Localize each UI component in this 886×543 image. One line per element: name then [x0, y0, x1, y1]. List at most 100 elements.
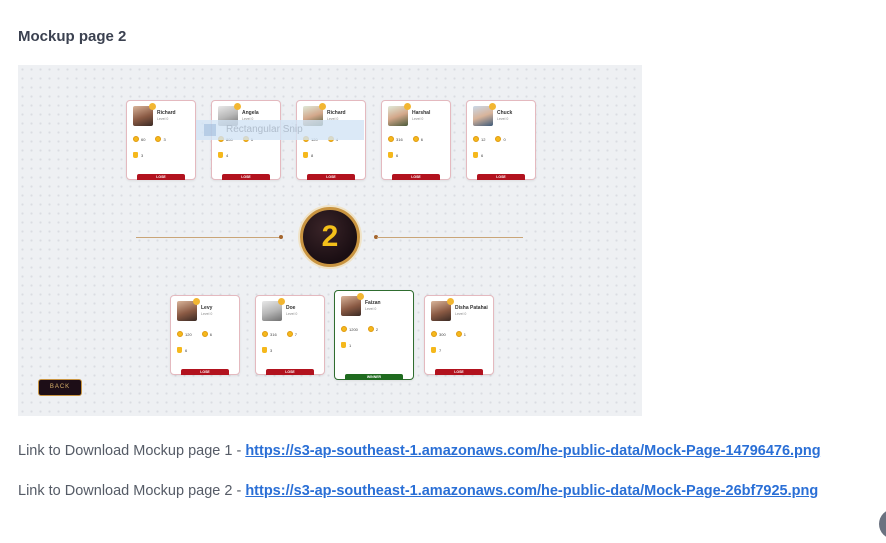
back-button[interactable]: BACK [38, 379, 82, 396]
gem-icon [201, 331, 208, 337]
player-stats: 316 7 [262, 331, 297, 337]
player-card: AngelaLevel 080054LOSE [211, 100, 281, 180]
trophy-icon [303, 152, 308, 158]
player-card: Faizan Level 0 1200 2 1 WINNER [334, 290, 414, 380]
player-level: Level 0 [497, 117, 509, 121]
result-ribbon: LOSE [392, 174, 440, 180]
trophy-count: 6 [396, 152, 399, 158]
download-link[interactable]: https://s3-ap-southeast-1.amazonaws.com/… [245, 443, 820, 459]
player-name: Richard [157, 110, 176, 116]
player-name: Doe [286, 305, 296, 311]
gem-count: 6 [420, 136, 423, 142]
medal-icon [447, 298, 454, 305]
download-link-row-2: Link to Download Mockup page 2 - https:/… [18, 483, 818, 499]
gem-icon [286, 331, 293, 337]
player-level: Level 0 [157, 117, 169, 121]
snip-square-icon [204, 124, 216, 136]
snip-overlay-label: Rectangular Snip [226, 124, 303, 135]
result-ribbon: LOSE [477, 174, 525, 180]
gem-icon [455, 331, 462, 337]
trophy-icon [218, 152, 223, 158]
trophy-row: 4 [218, 152, 228, 158]
player-card: Chuck Level 0 12 0 6 LOSE [466, 100, 536, 180]
player-card: Levy Level 0 120 6 6 LOSE [170, 295, 240, 375]
rank-number: 2 [321, 220, 339, 253]
player-level: Level 0 [365, 307, 377, 311]
gem-icon [155, 136, 162, 142]
player-name: Richard [327, 110, 346, 116]
gem-count: 1 [463, 331, 466, 337]
player-stats: 120 6 [177, 331, 212, 337]
gem-count: 0 [503, 136, 506, 142]
gem-icon [412, 136, 419, 142]
player-level: Level 0 [286, 312, 298, 316]
player-stats: 12 0 [473, 136, 506, 142]
trophy-count: 1 [349, 342, 352, 348]
player-name: Disha Patahai [455, 305, 488, 311]
result-ribbon: LOSE [307, 174, 355, 180]
divider-dot-left [279, 235, 283, 239]
player-stats: 316 6 [388, 136, 423, 142]
result-ribbon: LOSE [435, 369, 483, 375]
player-card: RichardLevel 012048LOSE [296, 100, 366, 180]
coin-icon [473, 136, 479, 142]
result-ribbon: WINNER [345, 374, 403, 380]
coin-count: 316 [396, 136, 403, 142]
player-card: Harshal Level 0 316 6 6 LOSE [381, 100, 451, 180]
medal-icon [278, 298, 285, 305]
player-stats: 1200 2 [341, 326, 378, 332]
medal-icon [319, 103, 326, 110]
gem-icon [495, 136, 502, 142]
divider-right [377, 237, 523, 238]
trophy-row: 6 [473, 152, 483, 158]
coin-icon [133, 136, 139, 142]
rank-badge: 2 [300, 207, 360, 267]
trophy-count: 3 [141, 152, 144, 158]
gem-count: 2 [375, 326, 379, 332]
trophy-row: 6 [388, 152, 398, 158]
trophy-row: 6 [177, 347, 187, 353]
player-name: Angela [242, 110, 259, 116]
trophy-row: 1 [341, 342, 351, 348]
result-ribbon: LOSE [266, 369, 314, 375]
trophy-icon [473, 152, 478, 158]
divider-left [136, 237, 282, 238]
coin-count: 1200 [349, 326, 358, 332]
player-stats: 300 1 [431, 331, 466, 337]
chat-bubble-icon[interactable] [879, 509, 886, 539]
trophy-row: 3 [133, 152, 143, 158]
player-stats: 60 3 [133, 136, 166, 142]
trophy-count: 6 [481, 152, 484, 158]
download-link-prefix: Link to Download Mockup page 2 - [18, 483, 246, 499]
medal-icon [149, 103, 156, 110]
result-ribbon: LOSE [181, 369, 229, 375]
mockup-image: 2 RichardLevel 06033LOSEAngelaLevel 0800… [18, 65, 642, 416]
download-link-prefix: Link to Download Mockup page 1 - [18, 443, 246, 459]
medal-icon [193, 298, 200, 305]
coin-count: 300 [439, 331, 446, 337]
medal-icon [404, 103, 411, 110]
trophy-count: 6 [185, 347, 188, 353]
trophy-icon [341, 342, 346, 348]
player-name: Chuck [497, 110, 513, 116]
player-name: Faizan [365, 300, 381, 306]
download-link[interactable]: https://s3-ap-southeast-1.amazonaws.com/… [245, 483, 818, 499]
player-name: Harshal [412, 110, 431, 116]
coin-icon [262, 331, 268, 337]
player-card: Doe Level 0 316 7 3 LOSE [255, 295, 325, 375]
trophy-icon [262, 347, 267, 353]
coin-icon [431, 331, 437, 337]
trophy-row: 7 [431, 347, 441, 353]
result-ribbon: LOSE [137, 174, 185, 180]
coin-icon [177, 331, 183, 337]
coin-count: 120 [185, 331, 192, 337]
trophy-row: 3 [262, 347, 272, 353]
player-card: Disha Patahai Level 0 300 1 7 LOSE [424, 295, 494, 375]
player-level: Level 0 [455, 312, 467, 316]
player-card: Richard Level 0 60 3 3 LOSE [126, 100, 196, 180]
trophy-count: 3 [270, 347, 273, 353]
medal-icon [357, 293, 364, 300]
snip-overlay: Rectangular Snip [196, 120, 364, 140]
trophy-icon [431, 347, 436, 353]
trophy-row: 8 [303, 152, 313, 158]
